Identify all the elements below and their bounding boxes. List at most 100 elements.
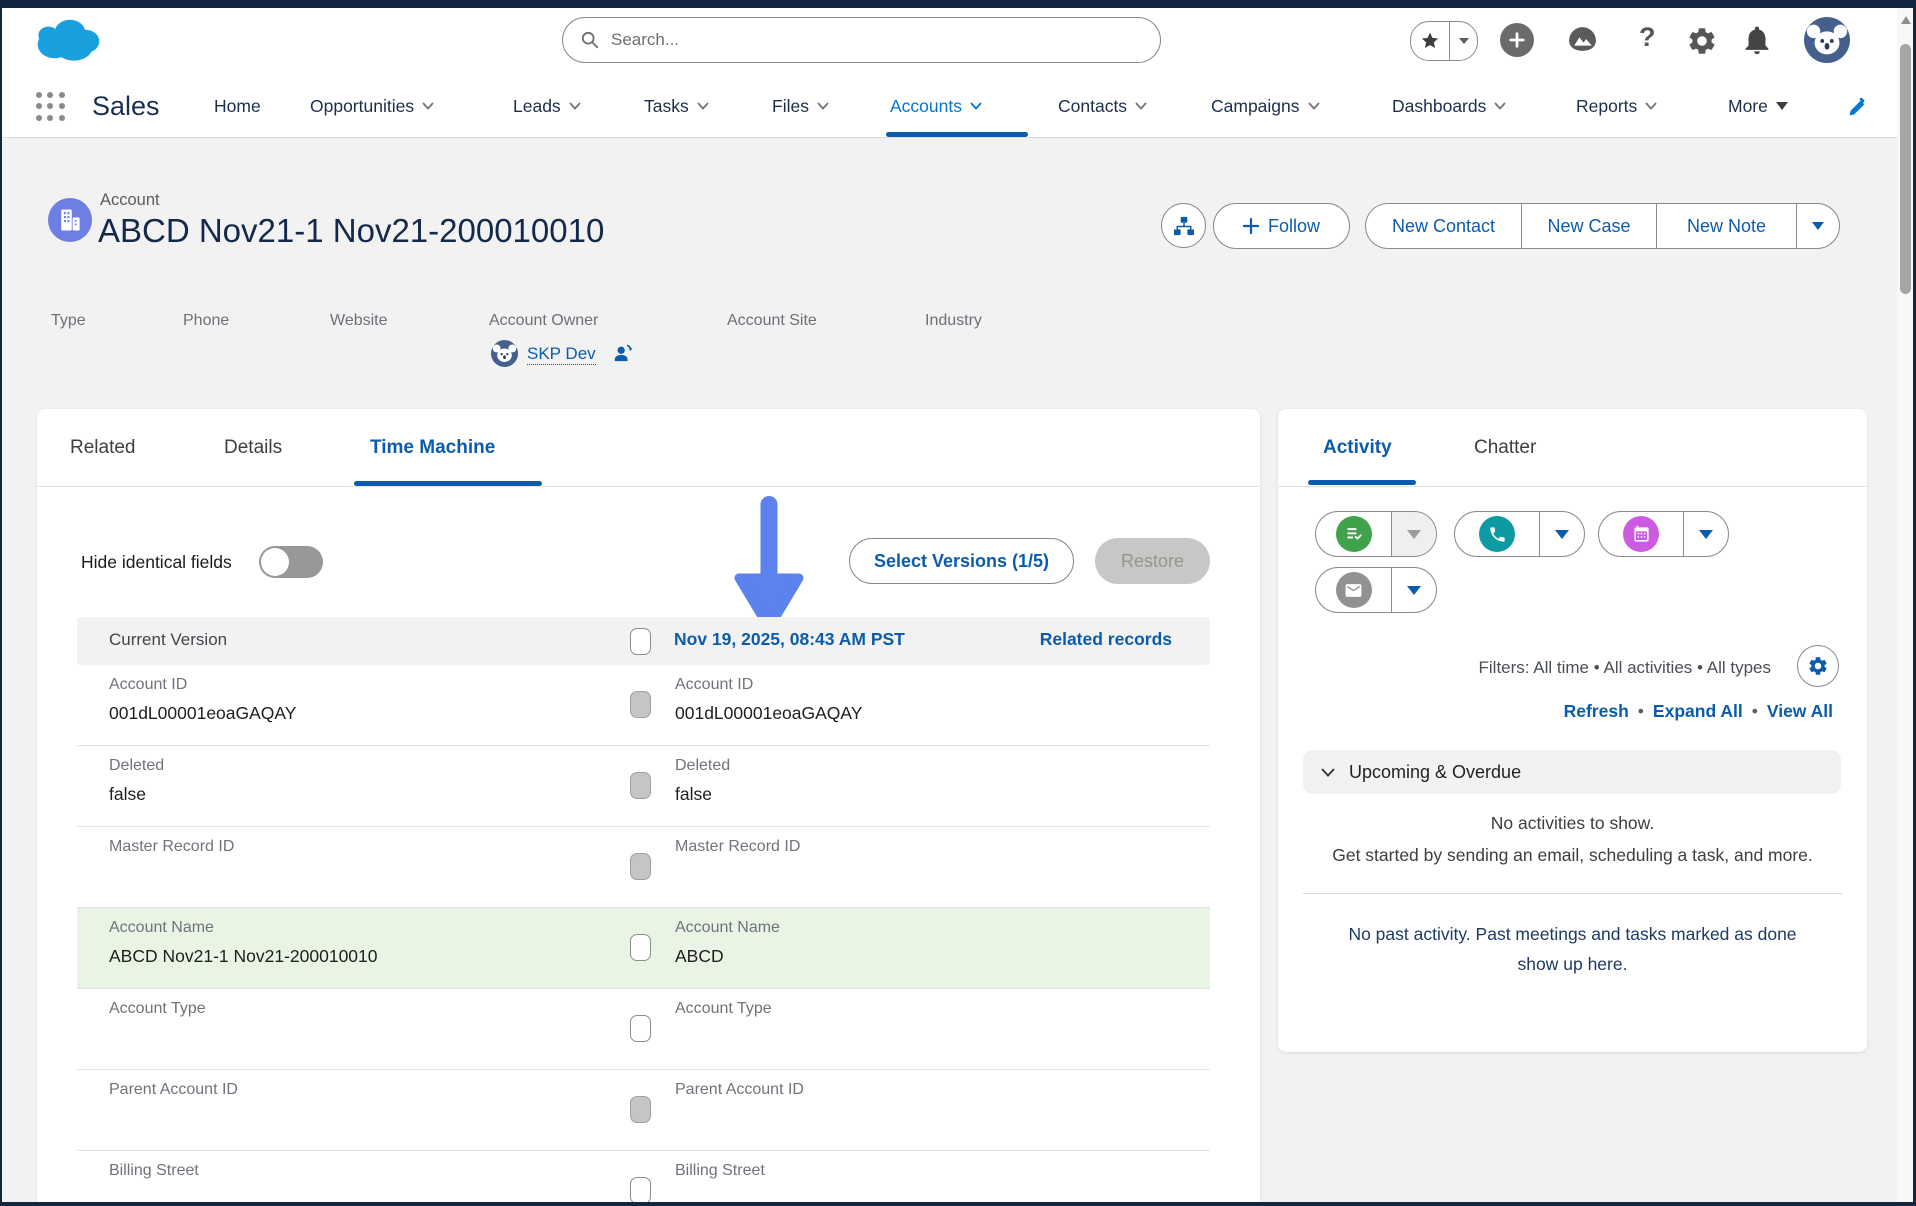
favorites-button[interactable] bbox=[1410, 21, 1478, 61]
chevron-down-icon bbox=[1135, 102, 1147, 110]
row-checkbox bbox=[630, 691, 651, 718]
new-task-dropdown[interactable] bbox=[1392, 512, 1436, 556]
version-value: false bbox=[675, 784, 712, 805]
email-dropdown[interactable] bbox=[1392, 568, 1436, 612]
owner-link[interactable]: SKP Dev bbox=[527, 344, 596, 365]
expand-all-link[interactable]: Expand All bbox=[1653, 701, 1743, 722]
new-event-dropdown[interactable] bbox=[1684, 512, 1728, 556]
search-input[interactable] bbox=[609, 29, 1142, 51]
field-label-account-owner: Account Owner bbox=[489, 312, 598, 330]
nav-item-files[interactable]: Files bbox=[772, 76, 829, 136]
row-checkbox[interactable] bbox=[630, 1177, 651, 1202]
activity-panel: Activity Chatter bbox=[1278, 409, 1867, 1052]
version-compare-table: Current Version Nov 19, 2025, 08:43 AM P… bbox=[77, 617, 1210, 1202]
row-checkbox[interactable] bbox=[630, 934, 651, 961]
log-call-dropdown[interactable] bbox=[1540, 512, 1584, 556]
nav-item-more[interactable]: More bbox=[1728, 76, 1788, 136]
chevron-down-icon bbox=[1321, 768, 1335, 777]
table-row-billing-street: Billing Street Billing Street bbox=[77, 1151, 1210, 1202]
account-entity-icon bbox=[48, 198, 92, 242]
user-avatar[interactable] bbox=[1804, 17, 1850, 63]
upcoming-overdue-section[interactable]: Upcoming & Overdue bbox=[1303, 750, 1841, 794]
restore-button[interactable]: Restore bbox=[1095, 538, 1210, 584]
global-actions-button[interactable] bbox=[1500, 23, 1534, 57]
chevron-down-icon bbox=[422, 102, 434, 110]
nav-item-tasks[interactable]: Tasks bbox=[644, 76, 709, 136]
new-note-button[interactable]: New Note bbox=[1656, 203, 1796, 249]
active-nav-underline bbox=[886, 132, 1028, 137]
email-button-group[interactable] bbox=[1315, 567, 1437, 613]
log-call-button-group[interactable] bbox=[1454, 511, 1585, 557]
field-label: Account Name bbox=[109, 919, 214, 937]
chevron-down-icon bbox=[569, 102, 581, 110]
scrollbar-thumb[interactable] bbox=[1900, 44, 1911, 294]
version-select-all-checkbox[interactable] bbox=[630, 628, 651, 655]
tab-time-machine[interactable]: Time Machine bbox=[370, 409, 495, 486]
related-records-link[interactable]: Related records bbox=[1040, 629, 1172, 650]
nav-item-accounts[interactable]: Accounts bbox=[890, 76, 982, 136]
new-task-button[interactable] bbox=[1316, 512, 1392, 556]
new-case-button[interactable]: New Case bbox=[1521, 203, 1656, 249]
row-checkbox bbox=[630, 1096, 651, 1123]
view-all-link[interactable]: View All bbox=[1767, 701, 1833, 722]
table-row-account-name-changed: Account Name ABCD Nov21-1 Nov21-20001001… bbox=[77, 908, 1210, 989]
plus-icon bbox=[1243, 218, 1259, 234]
favorite-star-icon[interactable] bbox=[1411, 22, 1450, 60]
select-versions-button[interactable]: Select Versions (1/5) bbox=[849, 538, 1074, 584]
no-past-activity-text: No past activity. Past meetings and task… bbox=[1333, 919, 1812, 979]
version-table-header: Current Version Nov 19, 2025, 08:43 AM P… bbox=[77, 617, 1210, 665]
tab-related[interactable]: Related bbox=[70, 409, 136, 486]
notifications-bell-icon[interactable] bbox=[1740, 23, 1774, 57]
new-task-button-group[interactable] bbox=[1315, 511, 1437, 557]
global-search[interactable] bbox=[562, 17, 1161, 63]
current-value: ABCD Nov21-1 Nov21-200010010 bbox=[109, 946, 378, 967]
nav-item-campaigns[interactable]: Campaigns bbox=[1211, 76, 1320, 136]
favorites-dropdown[interactable] bbox=[1450, 22, 1477, 60]
setup-gear-icon[interactable] bbox=[1686, 25, 1718, 57]
new-event-button-group[interactable] bbox=[1598, 511, 1729, 557]
change-owner-icon[interactable] bbox=[613, 342, 633, 364]
nav-item-home[interactable]: Home bbox=[214, 76, 261, 136]
email-button[interactable] bbox=[1316, 568, 1392, 612]
log-call-button[interactable] bbox=[1455, 512, 1540, 556]
version-value: 001dL00001eoaGAQAY bbox=[675, 703, 862, 724]
new-contact-button[interactable]: New Contact bbox=[1365, 203, 1521, 249]
view-hierarchy-button[interactable] bbox=[1161, 203, 1206, 248]
field-label: Account Type bbox=[109, 1000, 206, 1018]
row-checkbox[interactable] bbox=[630, 1015, 651, 1042]
row-checkbox bbox=[630, 772, 651, 799]
salesforce-logo bbox=[30, 12, 110, 66]
owner-avatar bbox=[491, 340, 518, 367]
help-icon[interactable]: ? bbox=[1639, 22, 1656, 53]
entity-label: Account bbox=[100, 191, 160, 210]
nav-item-reports[interactable]: Reports bbox=[1576, 76, 1657, 136]
new-event-button[interactable] bbox=[1599, 512, 1684, 556]
nav-item-contacts[interactable]: Contacts bbox=[1058, 76, 1147, 136]
edit-pencil-icon[interactable] bbox=[1846, 97, 1868, 119]
version-date-link[interactable]: Nov 19, 2025, 08:43 AM PST bbox=[674, 629, 905, 650]
field-label: Account Name bbox=[675, 919, 780, 937]
nav-item-dashboards[interactable]: Dashboards bbox=[1392, 76, 1506, 136]
nav-item-leads[interactable]: Leads bbox=[513, 76, 581, 136]
nav-item-opportunities[interactable]: Opportunities bbox=[310, 76, 434, 136]
field-label: Master Record ID bbox=[675, 838, 800, 856]
divider bbox=[1303, 893, 1842, 894]
app-launcher-icon[interactable] bbox=[36, 92, 66, 122]
field-label-phone: Phone bbox=[183, 312, 229, 330]
activity-filters-button[interactable] bbox=[1797, 645, 1839, 687]
tab-details[interactable]: Details bbox=[224, 409, 282, 486]
tab-activity[interactable]: Activity bbox=[1323, 409, 1392, 486]
refresh-link[interactable]: Refresh bbox=[1564, 701, 1629, 722]
more-actions-dropdown[interactable] bbox=[1796, 203, 1840, 249]
selection-pointer-arrow bbox=[729, 494, 809, 636]
field-label-website: Website bbox=[330, 312, 388, 330]
trailhead-icon[interactable] bbox=[1566, 24, 1599, 57]
window-frame-bottom bbox=[0, 1202, 1916, 1206]
activity-links-row: Refresh • Expand All • View All bbox=[1564, 701, 1833, 722]
follow-button[interactable]: Follow bbox=[1213, 203, 1350, 249]
hide-identical-fields-toggle[interactable] bbox=[259, 546, 323, 578]
chevron-down-icon bbox=[1494, 102, 1506, 110]
scrollbar-up-arrow[interactable] bbox=[1901, 16, 1911, 24]
field-label: Billing Street bbox=[675, 1162, 765, 1180]
tab-chatter[interactable]: Chatter bbox=[1474, 409, 1536, 486]
